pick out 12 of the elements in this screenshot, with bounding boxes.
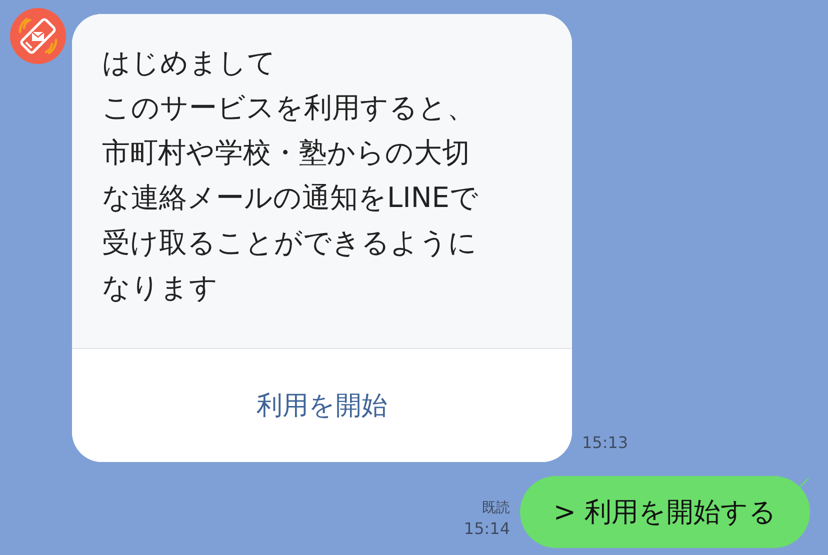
message-line: なります [102, 270, 218, 306]
message-line: な連絡メールの通知をLINEで [102, 180, 478, 216]
message-time: 15:14 [464, 518, 510, 540]
message-line: 市町村や学校・塾からの大切 [102, 135, 470, 171]
bubble-tail [798, 476, 810, 488]
message-time: 15:13 [582, 432, 628, 454]
phone-mail-icon [10, 8, 66, 64]
message-line: はじめまして [102, 45, 276, 81]
message-bubble: > 利用を開始する [520, 476, 810, 548]
read-receipt: 既読 [482, 499, 510, 518]
message-line: 受け取ることができるように [102, 225, 477, 261]
message-line: このサービスを利用すると、 [102, 90, 475, 126]
